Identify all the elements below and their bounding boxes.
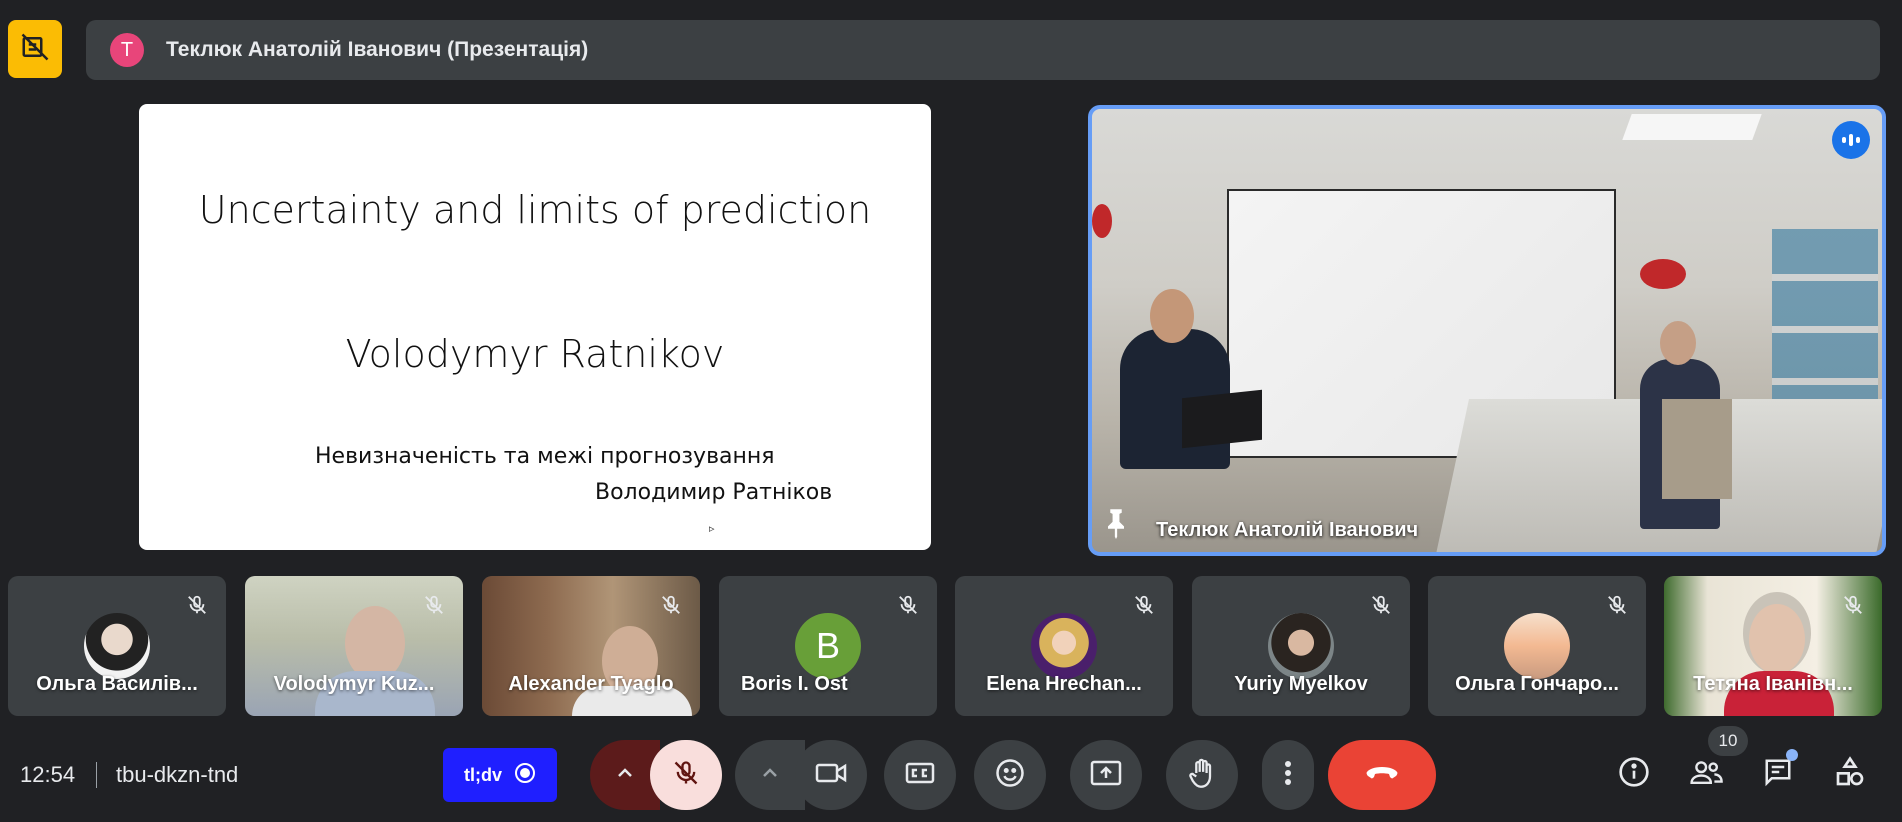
mic-off-icon [897, 594, 919, 621]
more-vert-icon [1284, 760, 1292, 791]
slide-subtitle-ua: Невизначеність та межі прогнозування [315, 444, 775, 469]
reactions-button[interactable] [974, 740, 1046, 810]
participant-name: Alexander Tyaglo [508, 673, 674, 695]
presentation-toggle-button[interactable] [8, 20, 62, 78]
raise-hand-button[interactable] [1166, 740, 1238, 810]
avatar [84, 613, 150, 679]
mouse-cursor-icon: ▹ [709, 522, 715, 535]
speaking-indicator-icon [1832, 121, 1870, 159]
podium [1662, 399, 1732, 499]
activities-button[interactable] [1828, 752, 1872, 796]
raise-hand-icon [1188, 757, 1216, 794]
slide-author: Volodymyr Ratnikov [345, 332, 725, 376]
avatar [1268, 613, 1334, 679]
mic-off-icon [1133, 594, 1155, 621]
participant-tile[interactable]: Alexander Tyaglo [482, 576, 700, 716]
participant-name: Ольга Гончаро... [1455, 673, 1619, 695]
chat-notification-dot [1786, 749, 1798, 761]
laptop [1182, 389, 1262, 449]
people-button[interactable] [1684, 752, 1728, 796]
participant-name: Volodymyr Kuz... [273, 673, 435, 695]
camera-participant-name: Теклюк Анатолій Іванович [1156, 519, 1419, 541]
mic-off-icon [1606, 594, 1628, 621]
participant-name: Тетяна Іванівн... [1693, 673, 1853, 695]
participant-tile[interactable]: Ольга Гончаро... [1428, 576, 1646, 716]
participant-name: Boris I. Ost [741, 673, 848, 695]
more-options-button[interactable] [1262, 740, 1314, 810]
person-head [1150, 289, 1194, 343]
person-head [1660, 321, 1696, 365]
presenter-title-bar: Т Теклюк Анатолій Іванович (Презентація) [86, 20, 1880, 80]
ceiling-light [1622, 114, 1762, 140]
lantern [1092, 204, 1112, 238]
present-to-all-icon [1090, 760, 1122, 791]
mic-off-icon [672, 759, 700, 792]
mic-off-icon [1842, 594, 1864, 621]
tldv-record-button[interactable]: tl;dv [443, 748, 557, 802]
mic-off-icon [186, 594, 208, 621]
mic-off-icon [1370, 594, 1392, 621]
participant-tile[interactable]: Elena Hrechan... [955, 576, 1173, 716]
presenter-camera-tile[interactable]: Теклюк Анатолій Іванович [1088, 105, 1886, 556]
pin-icon[interactable] [1102, 507, 1130, 544]
chat-icon [1762, 757, 1794, 792]
chevron-up-icon [761, 766, 779, 784]
closed-caption-icon [905, 761, 935, 790]
participant-tile[interactable]: Yuriy Myelkov [1192, 576, 1410, 716]
presenter-title: Теклюк Анатолій Іванович (Презентація) [166, 38, 589, 61]
mic-off-icon [423, 594, 445, 621]
avatar: B [795, 613, 861, 679]
videocam-icon [815, 761, 847, 790]
participant-tile[interactable]: Volodymyr Kuz... [245, 576, 463, 716]
participant-name: Elena Hrechan... [986, 673, 1142, 695]
slide-author-ua: Володимир Ратніков [595, 480, 833, 505]
meeting-clock: 12:54 [20, 762, 76, 787]
presentation-off-icon [20, 32, 50, 67]
mic-off-icon [660, 594, 682, 621]
participant-tile[interactable]: B Boris I. Ost [719, 576, 937, 716]
activities-icon [1834, 755, 1866, 793]
avatar [1031, 613, 1097, 679]
avatar [1504, 613, 1570, 679]
participant-tile[interactable]: Ольга Василів... [8, 576, 226, 716]
mic-toggle-button[interactable] [650, 740, 722, 810]
slide-title: Uncertainty and limits of prediction [198, 188, 872, 232]
people-icon [1688, 757, 1724, 792]
divider [96, 762, 97, 788]
presentation-slide: Uncertainty and limits of prediction Vol… [139, 104, 931, 550]
record-icon [514, 762, 536, 789]
camera-toggle-button[interactable] [795, 740, 867, 810]
participant-name: Ольга Василів... [36, 673, 198, 695]
chevron-up-icon [616, 766, 634, 784]
lantern [1640, 259, 1686, 289]
participant-tile[interactable]: Тетяна Іванівн... [1664, 576, 1882, 716]
emoji-icon [995, 758, 1025, 793]
meeting-code: tbu-dkzn-tnd [116, 762, 239, 787]
presenter-avatar: Т [110, 33, 144, 67]
info-icon [1618, 756, 1650, 793]
tldv-label: tl;dv [464, 764, 502, 785]
call-end-icon [1365, 765, 1399, 786]
present-now-button[interactable] [1070, 740, 1142, 810]
leave-call-button[interactable] [1328, 740, 1436, 810]
meeting-details-button[interactable] [1612, 752, 1656, 796]
captions-button[interactable] [884, 740, 956, 810]
participant-name: Yuriy Myelkov [1234, 673, 1368, 695]
